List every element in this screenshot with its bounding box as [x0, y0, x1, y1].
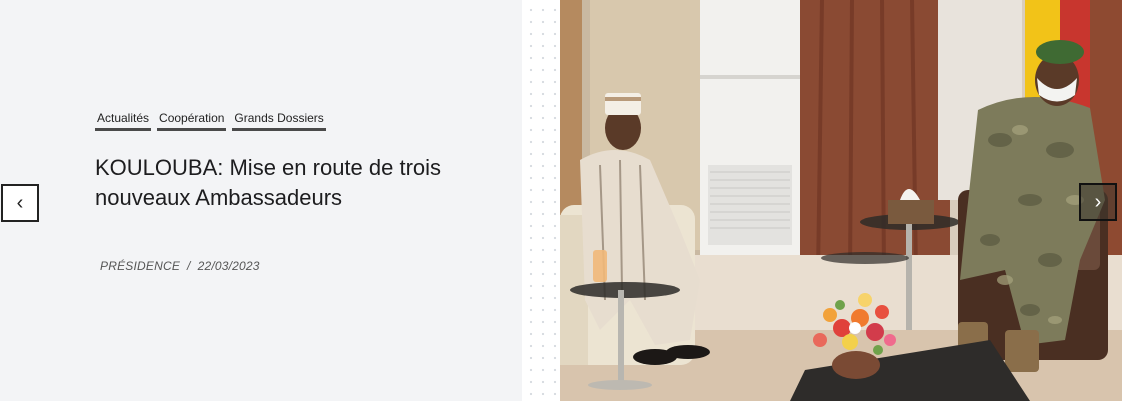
meta-separator: /: [187, 259, 191, 273]
featured-slider: Actualités Coopération Grands Dossiers K…: [0, 0, 1122, 401]
article-date: 22/03/2023: [197, 259, 260, 273]
article-title[interactable]: KOULOUBA: Mise en route de trois nouveau…: [95, 153, 455, 213]
category-actualites[interactable]: Actualités: [95, 111, 152, 131]
slider-prev-button[interactable]: ‹: [1, 184, 39, 222]
slide-text-panel: Actualités Coopération Grands Dossiers K…: [0, 0, 522, 401]
article-photo[interactable]: [560, 0, 1122, 401]
chevron-right-icon: ›: [1094, 191, 1102, 213]
chevron-left-icon: ‹: [16, 192, 24, 214]
category-tags: Actualités Coopération Grands Dossiers: [95, 111, 326, 131]
article-meta: PRÉSIDENCE / 22/03/2023: [100, 259, 260, 273]
category-grands-dossiers[interactable]: Grands Dossiers: [232, 111, 326, 131]
dot-pattern-divider: [522, 0, 560, 401]
category-cooperation[interactable]: Coopération: [157, 111, 227, 131]
article-author[interactable]: PRÉSIDENCE: [100, 259, 180, 273]
slider-next-button[interactable]: ›: [1079, 183, 1117, 221]
